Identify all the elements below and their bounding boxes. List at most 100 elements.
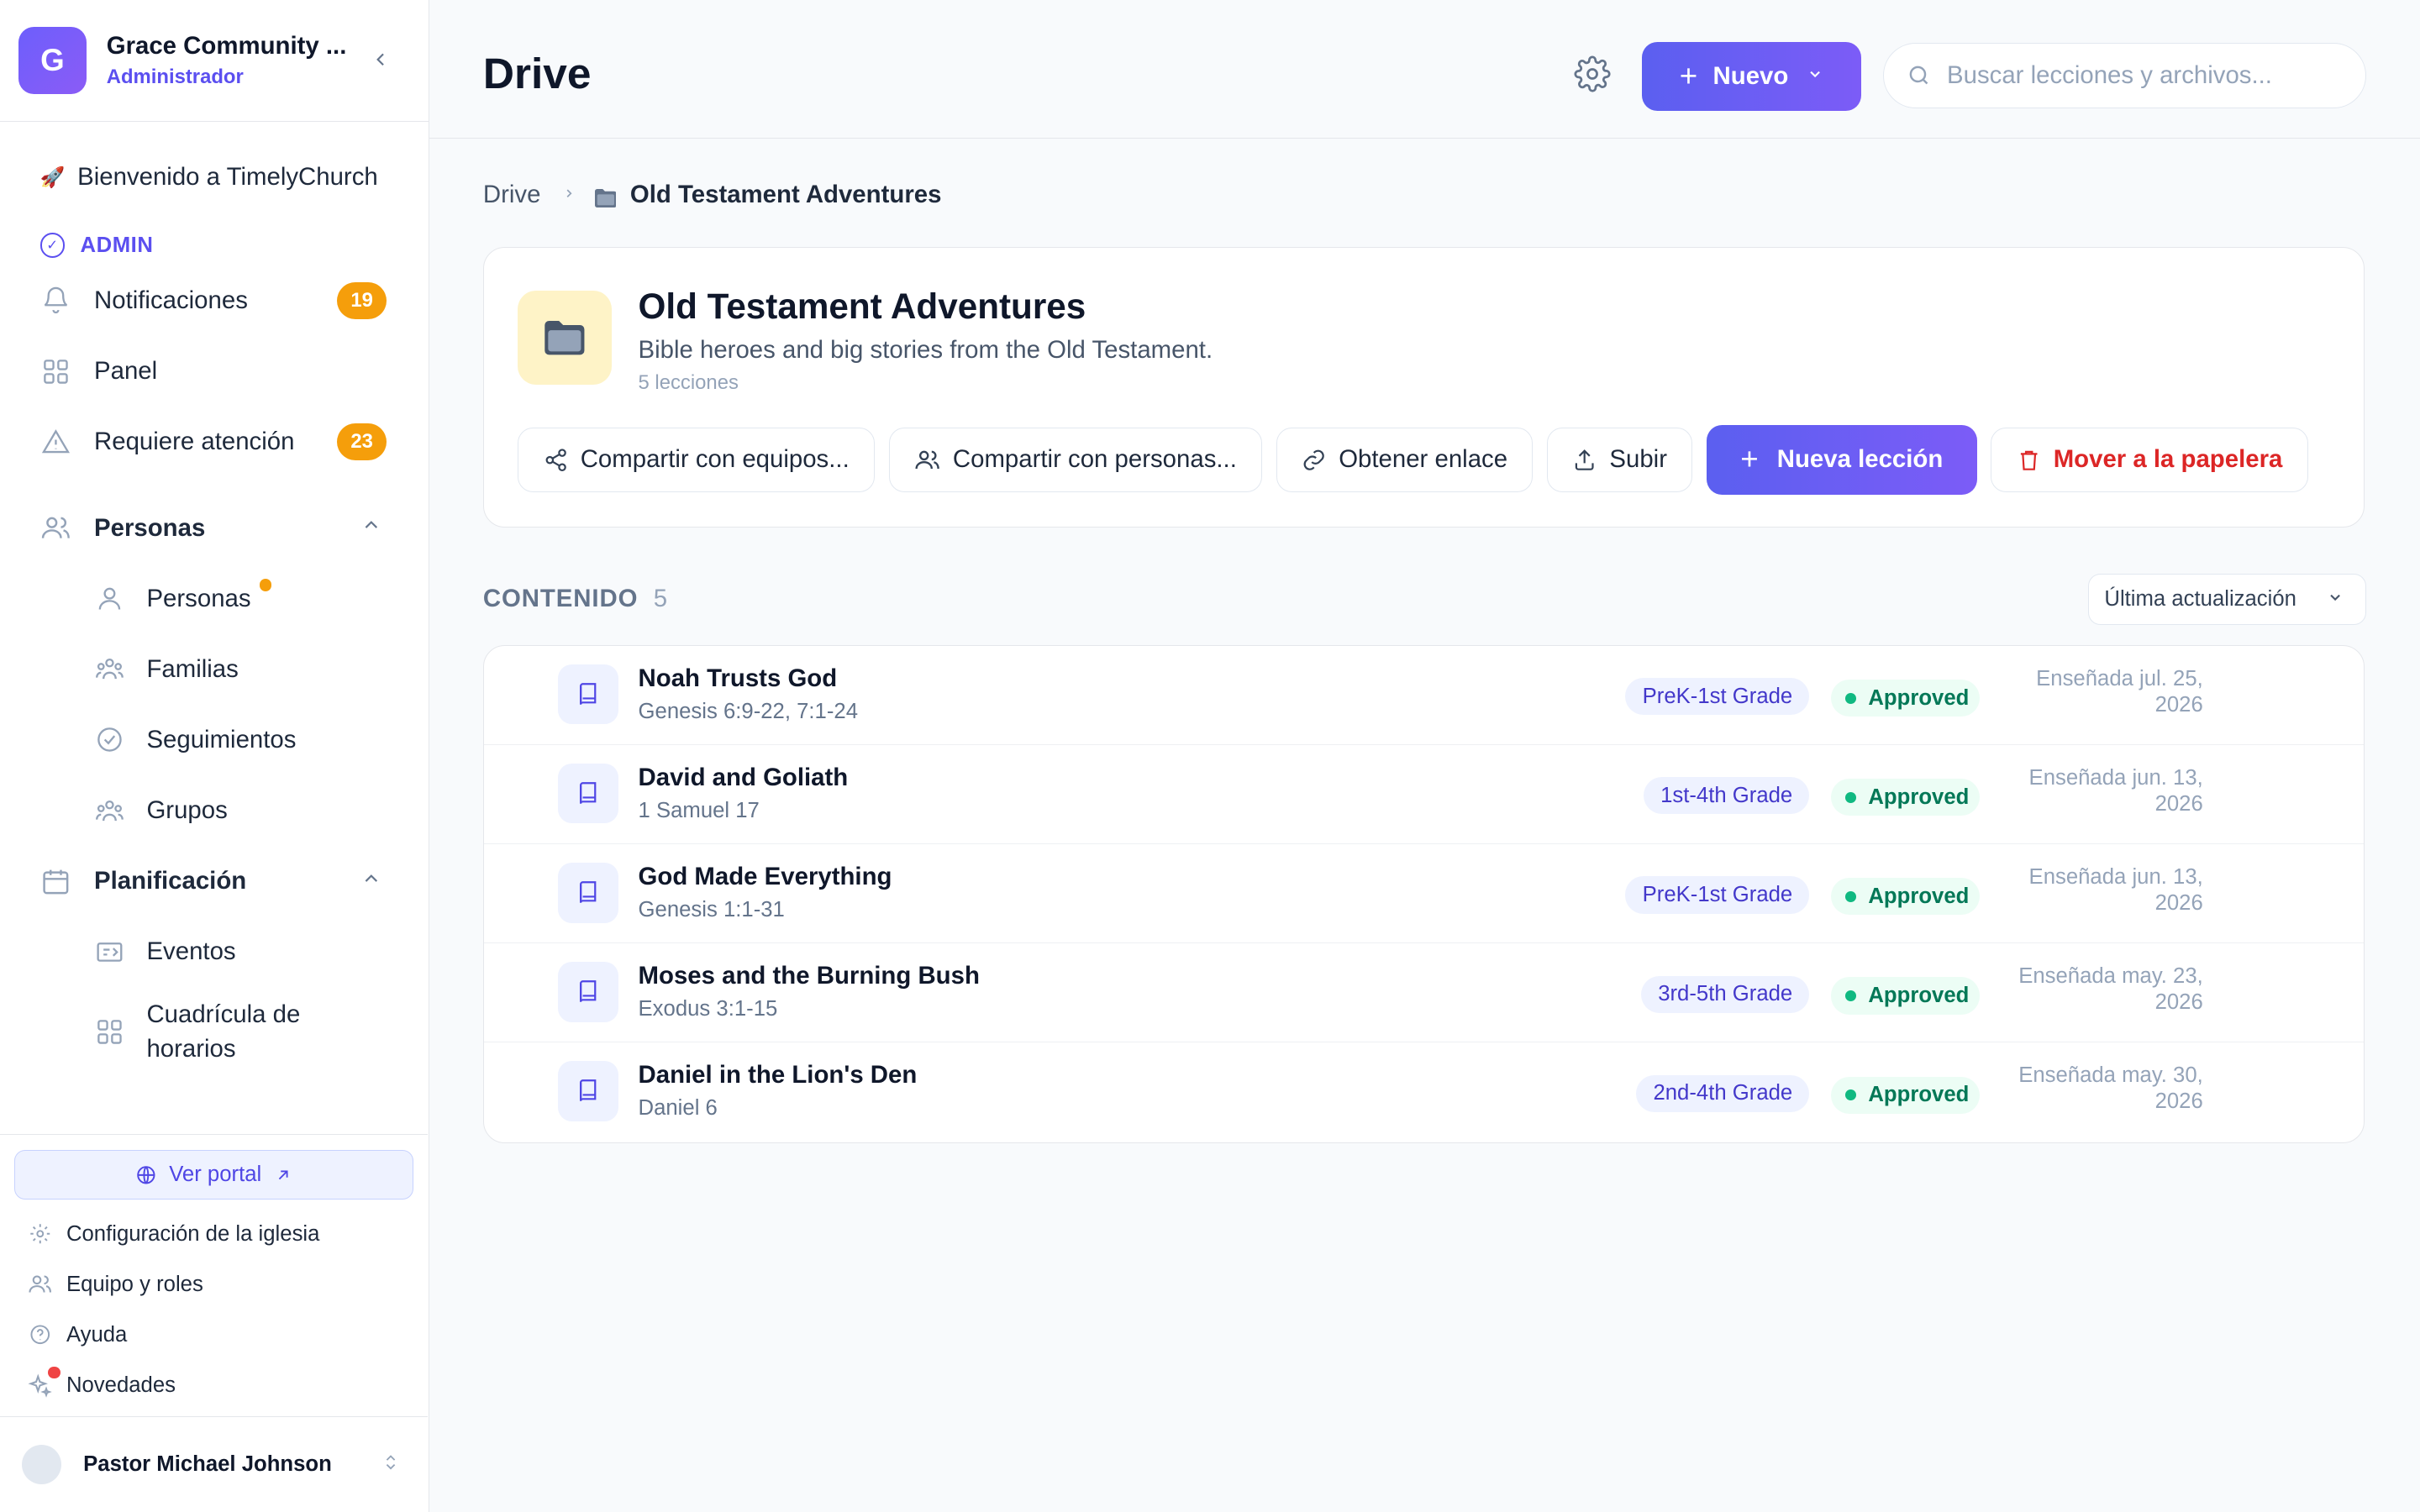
lesson-reference: Daniel 6 — [638, 1096, 718, 1121]
whats-new-link[interactable]: Novedades — [0, 1360, 428, 1410]
chevron-updown-icon — [381, 1452, 400, 1478]
sidebar-section-planning[interactable]: Planificación — [0, 846, 429, 916]
sidebar-item-label: Notificaciones — [94, 286, 248, 314]
team-roles-label: Equipo y roles — [66, 1272, 203, 1296]
book-icon — [558, 664, 618, 725]
upload-label: Subir — [1609, 445, 1667, 474]
gear-icon[interactable] — [1574, 55, 1612, 99]
groups-icon — [94, 795, 125, 827]
share-teams-button[interactable]: Compartir con equipos... — [518, 427, 876, 492]
upload-button[interactable]: Subir — [1546, 427, 1693, 492]
notifications-badge: 19 — [337, 281, 387, 319]
org-name: Grace Community ... — [106, 32, 347, 60]
external-link-icon — [278, 1170, 288, 1179]
lesson-title: Moses and the Burning Bush — [638, 962, 980, 990]
grid-icon — [40, 356, 71, 387]
gear-icon — [28, 1221, 52, 1246]
sidebar-item-label: Familias — [146, 654, 239, 683]
view-portal-button[interactable]: Ver portal — [13, 1150, 414, 1200]
book-icon — [558, 962, 618, 1022]
lesson-reference: Exodus 3:1-15 — [638, 997, 778, 1021]
page-title: Drive — [482, 48, 592, 97]
attention-badge: 23 — [337, 423, 387, 461]
move-to-trash-label: Mover a la papelera — [2053, 445, 2283, 474]
sidebar-item-grupos[interactable]: Grupos — [0, 775, 429, 846]
top-bar: Drive + Nuevo — [429, 0, 2420, 139]
plus-icon: + — [1740, 442, 1759, 477]
sidebar-item-personas[interactable]: Personas — [0, 564, 429, 634]
lesson-row[interactable]: Daniel in the Lion's Den Daniel 6 2nd-4t… — [484, 1042, 2364, 1142]
sort-select[interactable]: Última actualización — [2088, 574, 2366, 625]
org-header[interactable]: G Grace Community ... Administrador — [0, 0, 429, 123]
sort-select-value: Última actualización — [2104, 587, 2296, 612]
taught-year: 2026 — [2154, 791, 2203, 816]
sidebar-item-eventos[interactable]: Eventos — [0, 916, 429, 987]
new-lesson-button[interactable]: + Nueva lección — [1706, 425, 1977, 495]
book-icon — [558, 763, 618, 824]
grade-badge: PreK-1st Grade — [1625, 876, 1810, 914]
taught-date-line: Enseñada may. 23, — [2018, 963, 2203, 988]
lesson-title: David and Goliath — [638, 763, 849, 791]
chevron-down-icon — [2327, 589, 2344, 610]
share-teams-label: Compartir con equipos... — [580, 445, 850, 474]
sidebar-item-label: Bienvenido a TimelyChurch — [77, 163, 378, 192]
taught-year: 2026 — [2154, 692, 2203, 717]
search-input[interactable] — [1947, 60, 2333, 90]
check-circle-icon: ✓ — [39, 233, 66, 258]
status-badge: Approved — [1831, 1076, 1980, 1114]
content-count: 5 — [653, 585, 669, 613]
user-menu[interactable]: Pastor Michael Johnson — [0, 1416, 428, 1512]
sidebar: G Grace Community ... Administrador 🚀 Bi… — [0, 0, 429, 1512]
taught-date: Enseñada may. 30, 2026 — [1987, 1063, 2203, 1115]
status-dot — [1844, 692, 1856, 704]
sidebar-item-panel[interactable]: Panel — [0, 336, 429, 407]
admin-section-label: ✓ ADMIN — [0, 231, 429, 259]
lessons-list: Noah Trusts God Genesis 6:9-22, 7:1-24 P… — [482, 644, 2365, 1143]
team-roles-link[interactable]: Equipo y roles — [0, 1259, 428, 1310]
share-people-button[interactable]: Compartir con personas... — [888, 427, 1263, 492]
sidebar-item-notifications[interactable]: Notificaciones 19 — [0, 265, 429, 336]
sidebar-item-welcome[interactable]: 🚀 Bienvenido a TimelyChurch — [0, 156, 429, 199]
sidebar-item-schedule-grid[interactable]: Cuadrícula de horarios — [0, 987, 429, 1077]
status-dot — [1844, 791, 1856, 803]
view-portal-label: Ver portal — [169, 1163, 262, 1187]
share-people-label: Compartir con personas... — [952, 445, 1237, 474]
folder-description: Bible heroes and big stories from the Ol… — [638, 335, 1213, 364]
sidebar-item-attention[interactable]: Requiere atención 23 — [0, 407, 429, 477]
status-dot — [1844, 890, 1856, 902]
folder-title: Old Testament Adventures — [638, 286, 1086, 326]
status-badge: Approved — [1831, 977, 1980, 1015]
status-dot — [1844, 990, 1856, 1001]
share-icon — [545, 449, 566, 471]
collapse-sidebar-icon[interactable] — [370, 46, 392, 78]
search-box[interactable] — [1882, 43, 2366, 108]
lesson-row[interactable]: Noah Trusts God Genesis 6:9-22, 7:1-24 P… — [483, 646, 2364, 745]
taught-date-line: Enseñada jun. 13, — [2028, 864, 2203, 889]
chevron-up-icon — [360, 514, 382, 542]
upload-icon — [1576, 449, 1594, 470]
lesson-row[interactable]: David and Goliath 1 Samuel 17 1st-4th Gr… — [483, 745, 2364, 844]
get-link-label: Obtener enlace — [1339, 445, 1508, 474]
admin-label-text: ADMIN — [80, 233, 154, 257]
sidebar-item-seguimientos[interactable]: Seguimientos — [0, 705, 429, 775]
user-name: Pastor Michael Johnson — [83, 1452, 332, 1477]
lesson-title: Daniel in the Lion's Den — [638, 1061, 918, 1089]
sidebar-item-familias[interactable]: Familias — [0, 634, 429, 705]
lesson-row[interactable]: God Made Everything Genesis 1:1-31 PreK-… — [483, 844, 2364, 944]
help-link[interactable]: Ayuda — [0, 1310, 428, 1360]
church-settings-link[interactable]: Configuración de la iglesia — [0, 1209, 428, 1259]
book-icon — [558, 1061, 618, 1121]
family-icon — [94, 654, 125, 685]
sidebar-item-label: Seguimientos — [146, 725, 297, 753]
get-link-button[interactable]: Obtener enlace — [1276, 427, 1534, 492]
globe-icon — [137, 1166, 155, 1184]
lesson-title: God Made Everything — [638, 862, 892, 890]
folder-card: Old Testament Adventures Bible heroes an… — [482, 246, 2365, 528]
move-to-trash-button[interactable]: Mover a la papelera — [1991, 427, 2308, 492]
folder-icon — [518, 291, 613, 386]
new-button[interactable]: + Nuevo — [1642, 41, 1862, 112]
status-text: Approved — [1868, 884, 1970, 908]
sidebar-section-people[interactable]: Personas — [0, 493, 429, 564]
breadcrumb-drive-link[interactable]: Drive — [483, 181, 541, 209]
lesson-row[interactable]: Moses and the Burning Bush Exodus 3:1-15… — [483, 943, 2364, 1043]
